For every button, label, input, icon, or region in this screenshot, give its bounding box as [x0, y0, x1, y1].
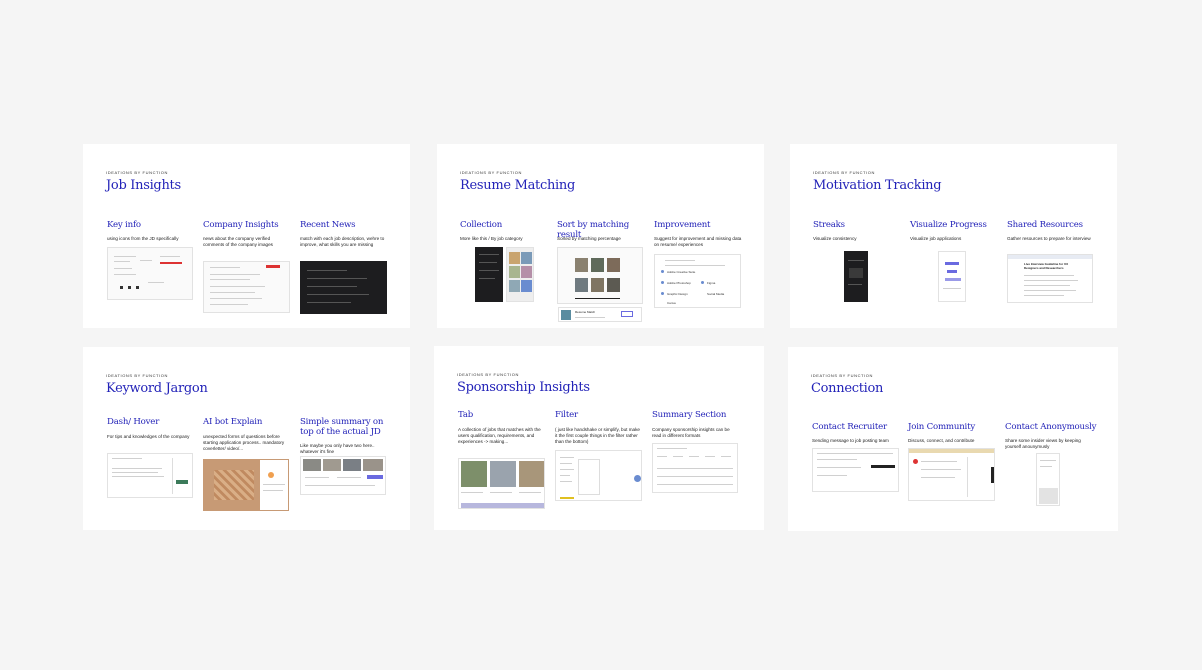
feature-desc: A collection of jobs that matches with t…: [458, 427, 541, 444]
feature-title: Simple summary on top of the actual JD: [300, 417, 384, 437]
feature-desc: Suggest for improvement and missing data…: [654, 236, 742, 247]
simple-summary-thumbnail: [300, 456, 386, 495]
card-title: Motivation Tracking: [813, 178, 942, 193]
feature-title: Streaks: [813, 220, 845, 230]
card-keyword-jargon: IDEATIONS BY FUNCTION Keyword Jargon Das…: [83, 347, 410, 530]
summary-section-thumbnail: [652, 443, 738, 493]
join-community-thumbnail: [908, 448, 995, 501]
card-title: Job Insights: [106, 178, 181, 193]
improvement-thumbnail: Adobe Creative Suite Adobe Photoshop Fig…: [654, 254, 741, 308]
card-connection: IDEATIONS BY FUNCTION Connection Contact…: [788, 347, 1118, 531]
contact-recruiter-thumbnail: [812, 448, 899, 492]
recent-news-thumbnail: [300, 261, 387, 314]
feature-desc: Share some insider views by keeping your…: [1005, 438, 1081, 449]
shared-resources-title: Live Interview Guideline for UX Designer…: [1024, 262, 1069, 270]
feature-desc: ( just like handshake or simplify, but m…: [555, 427, 640, 444]
streaks-phone-thumbnail: [844, 251, 868, 302]
card-motivation-tracking: IDEATIONS BY FUNCTION Motivation Trackin…: [790, 144, 1117, 328]
shared-resources-thumbnail: Live Interview Guideline for UX Designer…: [1007, 254, 1093, 303]
feature-title: Summary Section: [652, 410, 727, 420]
card-job-insights: IDEATIONS BY FUNCTION Job Insights Key i…: [83, 144, 410, 328]
resume-match-thumbnail: Resume Match: [558, 307, 642, 322]
card-eyebrow: IDEATIONS BY FUNCTION: [106, 373, 169, 378]
resume-match-label: Resume Match: [575, 310, 596, 314]
card-eyebrow: IDEATIONS BY FUNCTION: [106, 170, 169, 175]
feature-desc: Discuss, connect, and contribute: [908, 438, 975, 443]
feature-title: Join Community: [908, 422, 976, 432]
feature-title: Dash/ Hover: [107, 417, 160, 427]
feature-desc: For tips and knowledges of the company: [107, 434, 190, 439]
card-resume-matching: IDEATIONS BY FUNCTION Resume Matching Co…: [437, 144, 764, 328]
feature-title: Company Insights: [203, 220, 279, 230]
card-eyebrow: IDEATIONS BY FUNCTION: [813, 170, 876, 175]
visualize-progress-thumbnail: [938, 251, 966, 302]
collection-phone-thumbnail: [475, 247, 503, 302]
skill-tag: Graphic Design: [667, 292, 688, 296]
company-insights-thumbnail: [203, 261, 290, 313]
card-title: Resume Matching: [460, 178, 575, 193]
feature-title: Collection: [460, 220, 503, 230]
ai-bot-thumbnail: [203, 459, 289, 511]
feature-title: Tab: [458, 410, 474, 420]
card-eyebrow: IDEATIONS BY FUNCTION: [811, 373, 874, 378]
feature-desc: news about the company verified comments…: [203, 236, 273, 247]
feature-desc: Sorted by matching percentage: [557, 236, 621, 241]
card-title: Sponsorship Insights: [457, 380, 590, 395]
feature-desc: Gather resources to prepare for intervie…: [1007, 236, 1091, 241]
feature-desc: More like this / By job category: [460, 236, 523, 241]
feature-title: Shared Resources: [1007, 220, 1083, 230]
feature-desc: Company sponsorship insights can be read…: [652, 427, 730, 438]
skill-tag: Social Media: [707, 292, 725, 296]
feature-title: Key info: [107, 220, 141, 230]
skill-tag: Figma: [707, 281, 716, 285]
feature-title: Recent News: [300, 220, 356, 230]
key-info-thumbnail: [107, 247, 193, 300]
skill-tag: Canva: [667, 301, 676, 305]
dash-hover-thumbnail: [107, 453, 193, 498]
skill-tag: Adobe Photoshop: [667, 281, 691, 285]
card-eyebrow: IDEATIONS BY FUNCTION: [457, 372, 520, 377]
card-sponsorship-insights: IDEATIONS BY FUNCTION Sponsorship Insigh…: [434, 346, 764, 530]
card-title: Keyword Jargon: [106, 381, 208, 396]
feature-desc: Like maybe you only have two here.. what…: [300, 443, 375, 454]
tab-thumbnail: [458, 458, 545, 509]
feature-title: Visualize Progress: [910, 220, 987, 230]
sort-by-matching-thumbnail: [557, 247, 643, 304]
skill-tag: Adobe Creative Suite: [667, 270, 696, 274]
feature-title: AI bot Explain: [203, 417, 263, 427]
feature-desc: Visualize job applications: [910, 236, 962, 241]
feature-title: Contact Anonymously: [1005, 422, 1097, 432]
feature-desc: Sending message to job posting team: [812, 438, 889, 443]
card-title: Connection: [811, 381, 884, 396]
collection-grid-thumbnail: [506, 247, 534, 302]
filter-thumbnail: [555, 450, 642, 501]
contact-anonymously-thumbnail: [1036, 453, 1060, 506]
feature-desc: using icons from the JD specifically: [107, 236, 179, 241]
feature-title: Filter: [555, 410, 578, 420]
feature-desc: match with each job description, wehre t…: [300, 236, 385, 247]
card-eyebrow: IDEATIONS BY FUNCTION: [460, 170, 523, 175]
feature-title: Improvement: [654, 220, 711, 230]
feature-desc: Visualize consistency: [813, 236, 857, 241]
feature-desc: unexpected forms of questions before sta…: [203, 434, 285, 451]
feature-title: Contact Recruiter: [812, 422, 887, 432]
